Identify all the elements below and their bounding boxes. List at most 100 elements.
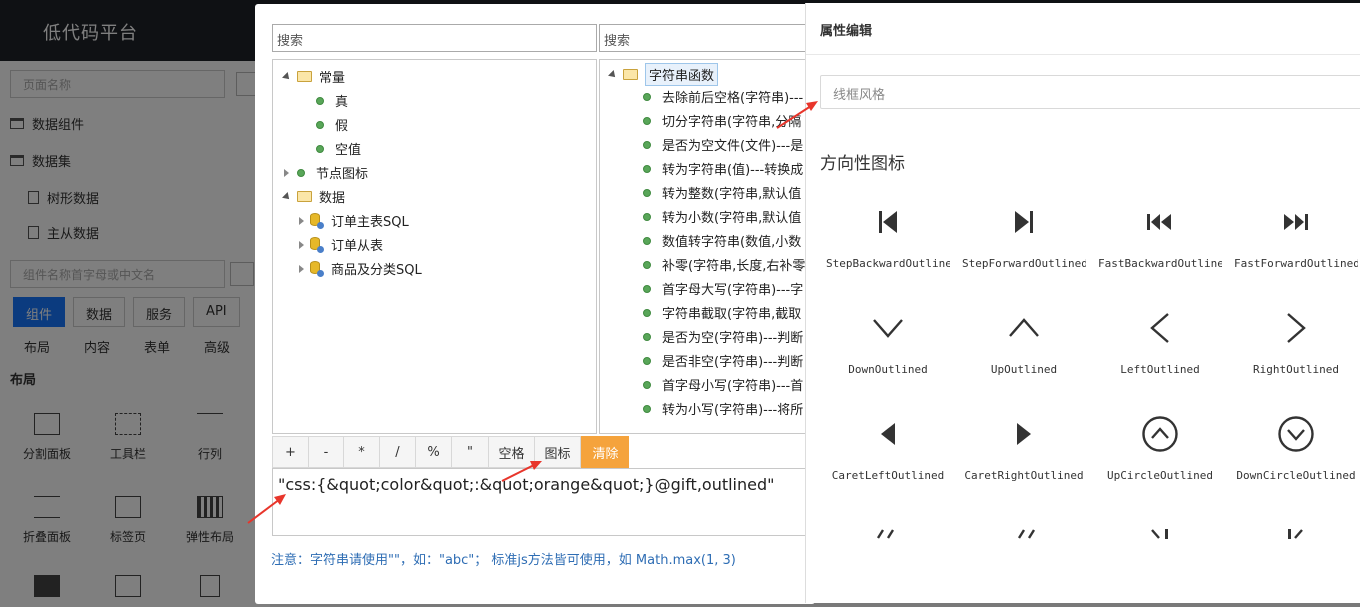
tree-node-label: 字符串截取(字符串,截取 [662, 307, 802, 322]
tree-node-order-master-sql[interactable]: 订单主表SQL [299, 211, 409, 230]
tree-node-label: 是否非空(字符串)---判断 [662, 355, 804, 370]
tree-node-string-function[interactable]: 数值转字符串(数值,小数 [643, 231, 801, 250]
tree-node-string-function[interactable]: 是否非空(字符串)---判断 [643, 351, 803, 370]
leaf-dot-icon [316, 120, 324, 129]
modulo-button[interactable]: % [415, 436, 451, 468]
leaf-dot-icon [297, 168, 305, 177]
expand-icon[interactable] [282, 191, 292, 202]
leaf-dot-icon [643, 140, 651, 149]
folder-open-icon [623, 69, 638, 80]
expression-dialog: 搜索 搜索 常量 真 假 空值 节点图标 数据 订单主表SQL 订单从表 商品及… [255, 4, 819, 604]
icon-option-label: LeftOutlined [1120, 363, 1200, 376]
annotation-arrow-icon [501, 461, 542, 482]
icon-option[interactable]: CaretRightOutlined [964, 415, 1084, 482]
icon-option-partial-icon[interactable] [1012, 529, 1036, 539]
leaf-dot-icon [643, 404, 651, 413]
tree-node-label: 真 [335, 95, 349, 110]
icon-option[interactable]: LeftOutlined [1100, 309, 1220, 376]
icon-option[interactable]: RightOutlined [1236, 309, 1356, 376]
tree-node-string-function[interactable]: 补零(字符串,长度,右补零 [643, 255, 805, 274]
icon-option-label: DownCircleOutlined [1236, 469, 1356, 482]
tree-node-data[interactable]: 数据 [282, 187, 345, 206]
multiply-button[interactable]: * [343, 436, 379, 468]
left-tree-search-input[interactable]: 搜索 [272, 24, 597, 52]
caret-right-icon [964, 415, 1084, 453]
icon-option-partial-icon[interactable] [1284, 529, 1308, 539]
tree-node-order-detail[interactable]: 订单从表 [299, 235, 383, 254]
tree-node-string-function[interactable]: 是否为空文件(文件)---是 [643, 135, 803, 154]
step-forward-icon [964, 203, 1084, 241]
annotation-arrow-icon [776, 101, 818, 129]
plus-button[interactable]: + [272, 436, 308, 468]
minus-button[interactable]: - [308, 436, 343, 468]
fast-backward-icon [1100, 203, 1220, 241]
divide-button[interactable]: / [379, 436, 415, 468]
collapse-icon[interactable] [299, 216, 304, 225]
folder-open-icon [297, 191, 312, 202]
tree-node-string-function[interactable]: 是否为空(字符串)---判断 [643, 327, 803, 346]
caret-left-icon [828, 415, 948, 453]
tree-node-string-function[interactable]: 首字母大写(字符串)---字 [643, 279, 803, 298]
right-icon [1236, 309, 1356, 347]
tree-node-node-icon[interactable]: 节点图标 [284, 163, 368, 182]
icon-option-partial-icon[interactable] [876, 529, 900, 539]
icon-option[interactable]: UpOutlined [964, 309, 1084, 376]
tree-node-string-function[interactable]: 转为整数(字符串,默认值 [643, 183, 801, 202]
icon-section-title: 方向性图标 [820, 154, 905, 174]
collapse-icon[interactable] [284, 168, 289, 177]
collapse-icon[interactable] [299, 240, 304, 249]
icon-option-label: FastBackwardOutlined [1098, 257, 1222, 270]
icon-option[interactable]: FastForwardOutlined [1234, 203, 1358, 270]
icon-option[interactable]: FastBackwardOutlined [1098, 203, 1222, 270]
leaf-dot-icon [643, 356, 651, 365]
database-icon [310, 261, 324, 277]
icon-option-label: UpOutlined [990, 363, 1058, 376]
icon-option[interactable]: CaretLeftOutlined [828, 415, 948, 482]
tree-node-constants[interactable]: 常量 [282, 67, 345, 86]
icon-option[interactable]: DownOutlined [828, 309, 948, 376]
collapse-icon[interactable] [299, 264, 304, 273]
icon-option-label: DownOutlined [848, 363, 928, 376]
clear-button[interactable]: 清除 [581, 436, 629, 468]
tree-node-true[interactable]: 真 [316, 91, 348, 110]
tree-node-label: 首字母大写(字符串)---字 [662, 283, 804, 298]
leaf-dot-icon [643, 164, 651, 173]
tree-node-string-function[interactable]: 转为字符串(值)---转换成 [643, 159, 803, 178]
expand-icon[interactable] [608, 69, 618, 80]
icon-option[interactable]: StepBackwardOutlined [826, 203, 950, 270]
tree-node-label: 空值 [335, 143, 362, 158]
tree-node-label: 首字母小写(字符串)---首 [662, 379, 804, 394]
left-tree: 常量 真 假 空值 节点图标 数据 订单主表SQL 订单从表 商品及分类SQL [272, 59, 597, 434]
tree-node-string-functions[interactable]: 字符串函数 [608, 63, 719, 86]
tree-node-label: 数值转字符串(数值,小数 [662, 235, 802, 250]
icon-option[interactable]: StepForwardOutlined [962, 203, 1086, 270]
tree-node-label: 转为整数(字符串,默认值 [662, 187, 802, 202]
icon-style-select[interactable]: 线框风格 [820, 75, 1360, 109]
icon-option[interactable]: DownCircleOutlined [1236, 415, 1356, 482]
icon-option-label: CaretLeftOutlined [831, 469, 945, 482]
step-backward-icon [828, 203, 948, 241]
tree-node-null[interactable]: 空值 [316, 139, 361, 158]
leaf-dot-icon [643, 284, 651, 293]
tree-node-product-category-sql[interactable]: 商品及分类SQL [299, 259, 422, 278]
up-icon [964, 309, 1084, 347]
left-icon [1100, 309, 1220, 347]
leaf-dot-icon [316, 96, 324, 105]
leaf-dot-icon [643, 188, 651, 197]
quote-button[interactable]: " [451, 436, 488, 468]
right-tree-search-input[interactable]: 搜索 [599, 24, 819, 52]
down-circle-icon [1236, 415, 1356, 453]
tree-node-false[interactable]: 假 [316, 115, 348, 134]
tree-node-string-function[interactable]: 首字母小写(字符串)---首 [643, 375, 803, 394]
leaf-dot-icon [643, 380, 651, 389]
leaf-dot-icon [643, 212, 651, 221]
tree-node-string-function[interactable]: 字符串截取(字符串,截取 [643, 303, 801, 322]
icon-option[interactable]: UpCircleOutlined [1100, 415, 1220, 482]
tree-node-string-function[interactable]: 转为小数(字符串,默认值 [643, 207, 801, 226]
tree-node-label: 订单主表SQL [331, 215, 409, 230]
icon-option-partial-icon[interactable] [1148, 529, 1172, 539]
database-icon [310, 213, 324, 229]
expand-icon[interactable] [282, 71, 292, 82]
folder-open-icon [297, 71, 312, 82]
tree-node-string-function[interactable]: 转为小写(字符串)---将所 [643, 399, 803, 418]
